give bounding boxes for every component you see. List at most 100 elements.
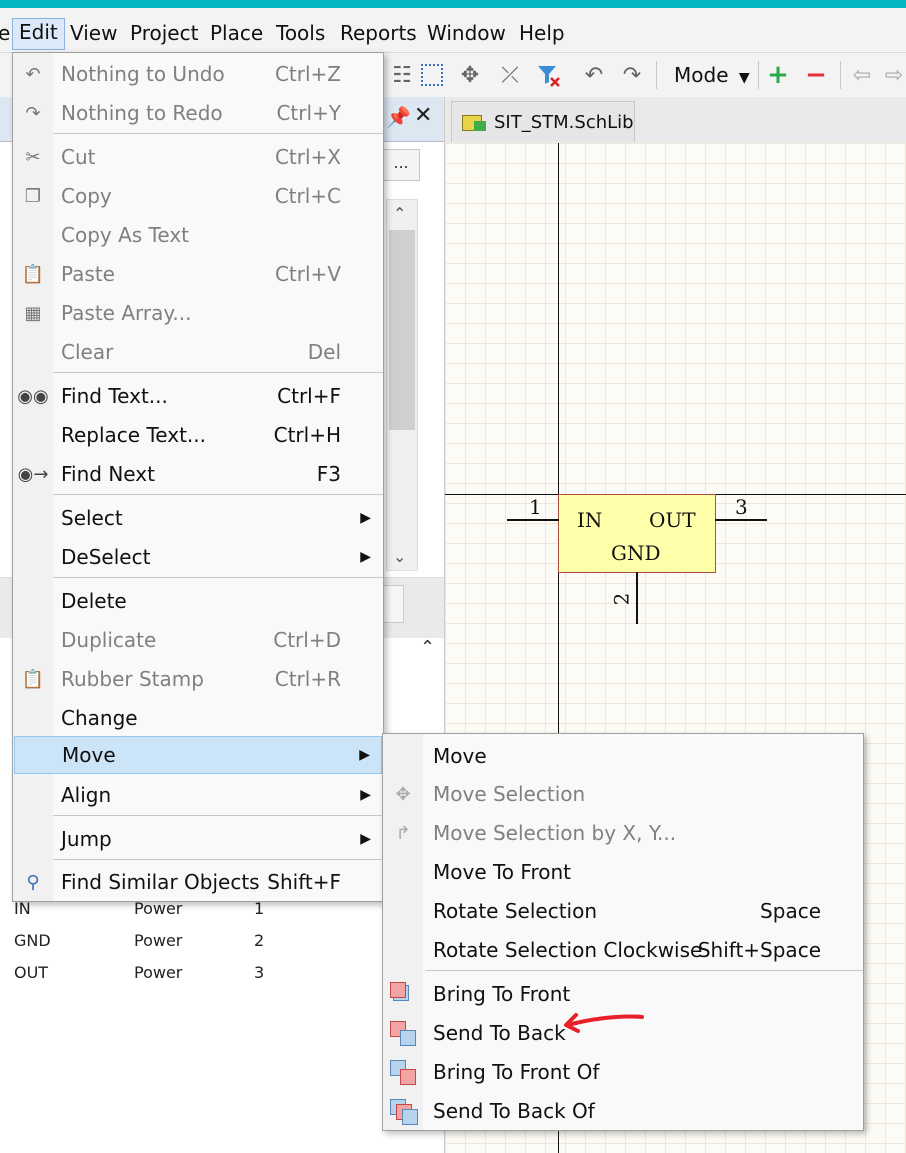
menu-place[interactable]: Place — [210, 20, 263, 46]
menu-edit[interactable]: Edit — [12, 18, 65, 50]
add-icon[interactable]: + — [764, 60, 792, 90]
nav-left-icon[interactable]: ⇦ — [848, 61, 876, 89]
redo-icon[interactable]: ↷ — [618, 61, 646, 89]
menu-item-align[interactable]: Align ▶ — [13, 776, 383, 814]
chevron-right-icon: ▶ — [359, 747, 370, 763]
menu-item-change[interactable]: Change — [13, 699, 383, 737]
submenu-item-move-selection[interactable]: ✥ Move Selection — [383, 775, 863, 813]
menu-item-label: Find Text... — [61, 384, 168, 408]
magnifier-icon: ⚲ — [26, 871, 40, 893]
undo-icon: ↶ — [25, 63, 41, 85]
pin-type: Power — [134, 963, 183, 982]
menu-item-find-similar[interactable]: ⚲ Find Similar Objects Shift+F — [13, 863, 383, 901]
pin-number: 2 — [254, 931, 265, 950]
menu-item-shortcut: Del — [307, 340, 341, 364]
menu-item-label: Change — [61, 706, 138, 730]
menu-item-label: Move Selection by X, Y... — [433, 821, 677, 845]
cross-probe-icon[interactable]: ⤫ — [496, 61, 524, 89]
pin-3-line[interactable] — [715, 519, 767, 521]
menu-item-label: Copy — [61, 184, 112, 208]
menu-item-find-next[interactable]: ◉→ Find Next F3 — [13, 455, 383, 493]
bring-to-front-of-icon — [389, 1060, 417, 1085]
pin-number: 3 — [254, 963, 265, 982]
rubber-stamp-icon: 📋 — [21, 668, 45, 690]
menu-window[interactable]: Window — [427, 20, 506, 46]
menu-item-paste-array[interactable]: ▦ Paste Array... — [13, 294, 383, 332]
submenu-item-bring-to-front-of[interactable]: Bring To Front Of — [383, 1053, 863, 1091]
menu-item-label: DeSelect — [61, 545, 151, 569]
menu-item-cut[interactable]: ✂ Cut Ctrl+X — [13, 138, 383, 176]
menu-project[interactable]: Project — [130, 20, 198, 46]
menu-item-clear[interactable]: Clear Del — [13, 333, 383, 371]
menu-partial[interactable]: e — [0, 20, 10, 46]
menu-item-copy-as-text[interactable]: Copy As Text — [13, 216, 383, 254]
menu-item-label: Bring To Front Of — [433, 1060, 600, 1084]
pin-number-1: 1 — [529, 495, 542, 519]
menu-item-label: Send To Back Of — [433, 1099, 595, 1123]
menu-item-replace-text[interactable]: Replace Text... Ctrl+H — [13, 416, 383, 454]
submenu-item-rotate-clockwise[interactable]: Rotate Selection Clockwise Shift+Space — [383, 931, 863, 969]
menu-item-jump[interactable]: Jump ▶ — [13, 820, 383, 858]
submenu-item-move-selection-xy[interactable]: ↱ Move Selection by X, Y... — [383, 814, 863, 852]
nav-right-icon[interactable]: ⇨ — [880, 61, 906, 89]
tab-sit-stm-schlib[interactable]: SIT_STM.SchLib — [451, 101, 635, 142]
menu-tools[interactable]: Tools — [276, 20, 325, 46]
pin-1-line[interactable] — [507, 519, 559, 521]
move-submenu: Move ✥ Move Selection ↱ Move Selection b… — [382, 733, 864, 1131]
browse-button[interactable]: ... — [382, 149, 420, 181]
find-next-icon: ◉→ — [17, 463, 49, 485]
chevron-right-icon: ▶ — [360, 549, 371, 565]
menu-item-label: Paste Array... — [61, 301, 192, 325]
submenu-item-send-to-back-of[interactable]: Send To Back Of — [383, 1092, 863, 1130]
menu-item-shortcut: Ctrl+R — [274, 667, 341, 691]
menu-item-copy[interactable]: ❐ Copy Ctrl+C — [13, 177, 383, 215]
menu-item-label: Select — [61, 506, 123, 530]
collapse-icon[interactable]: ⌃ — [420, 637, 435, 658]
filter-clear-icon[interactable] — [534, 61, 562, 89]
pin-number-2: 2 — [609, 592, 634, 606]
menu-item-label: Paste — [61, 262, 115, 286]
submenu-item-move-to-front[interactable]: Move To Front — [383, 853, 863, 891]
menu-item-undo[interactable]: ↶ Nothing to Undo Ctrl+Z — [13, 55, 383, 93]
menu-item-move[interactable]: Move ▶ — [14, 736, 382, 774]
pin-2-line[interactable] — [636, 572, 638, 624]
select-rect-icon[interactable] — [418, 61, 446, 89]
pin-icon[interactable]: 📌 — [386, 105, 411, 129]
submenu-item-move[interactable]: Move — [383, 737, 863, 775]
chevron-up-icon[interactable]: ⌃ — [393, 204, 406, 223]
schlib-icon — [460, 111, 486, 133]
undo-icon[interactable]: ↶ — [580, 61, 608, 89]
menu-item-label: Rotate Selection Clockwise — [433, 938, 703, 962]
menu-separator — [53, 577, 383, 578]
panel-field[interactable] — [382, 585, 404, 623]
menu-item-paste[interactable]: 📋 Paste Ctrl+V — [13, 255, 383, 293]
menu-item-deselect[interactable]: DeSelect ▶ — [13, 538, 383, 576]
clipboard-icon[interactable]: ☷ — [388, 61, 416, 89]
menu-view[interactable]: View — [70, 20, 117, 46]
menu-reports[interactable]: Reports — [340, 20, 417, 46]
mode-dropdown[interactable]: Mode ▼ — [664, 60, 760, 90]
menu-item-duplicate[interactable]: Duplicate Ctrl+D — [13, 621, 383, 659]
submenu-item-rotate-selection[interactable]: Rotate Selection Space — [383, 892, 863, 930]
chevron-right-icon: ▶ — [360, 787, 371, 803]
menu-item-label: Rotate Selection — [433, 899, 598, 923]
chevron-down-icon[interactable]: ⌄ — [393, 547, 406, 566]
binoculars-icon: ◉◉ — [17, 385, 49, 407]
menu-item-select[interactable]: Select ▶ — [13, 499, 383, 537]
toolbar-separator — [840, 61, 841, 89]
panel-scrollbar[interactable]: ⌃ ⌄ — [386, 199, 418, 571]
move-icon[interactable]: ✥ — [456, 61, 484, 89]
pin-number-3: 3 — [735, 495, 748, 519]
close-icon[interactable]: ✕ — [414, 103, 432, 128]
menu-item-label: Move Selection — [433, 782, 586, 806]
toolbar-separator — [656, 61, 657, 89]
menu-item-label: Jump — [61, 827, 112, 851]
menu-separator — [53, 859, 383, 860]
menu-help[interactable]: Help — [519, 20, 565, 46]
scrollbar-thumb[interactable] — [389, 230, 415, 430]
menu-item-find-text[interactable]: ◉◉ Find Text... Ctrl+F — [13, 377, 383, 415]
menu-item-redo[interactable]: ↷ Nothing to Redo Ctrl+Y — [13, 94, 383, 132]
menu-item-delete[interactable]: Delete — [13, 582, 383, 620]
menu-item-rubber-stamp[interactable]: 📋 Rubber Stamp Ctrl+R — [13, 660, 383, 698]
remove-icon[interactable]: − — [802, 60, 830, 90]
